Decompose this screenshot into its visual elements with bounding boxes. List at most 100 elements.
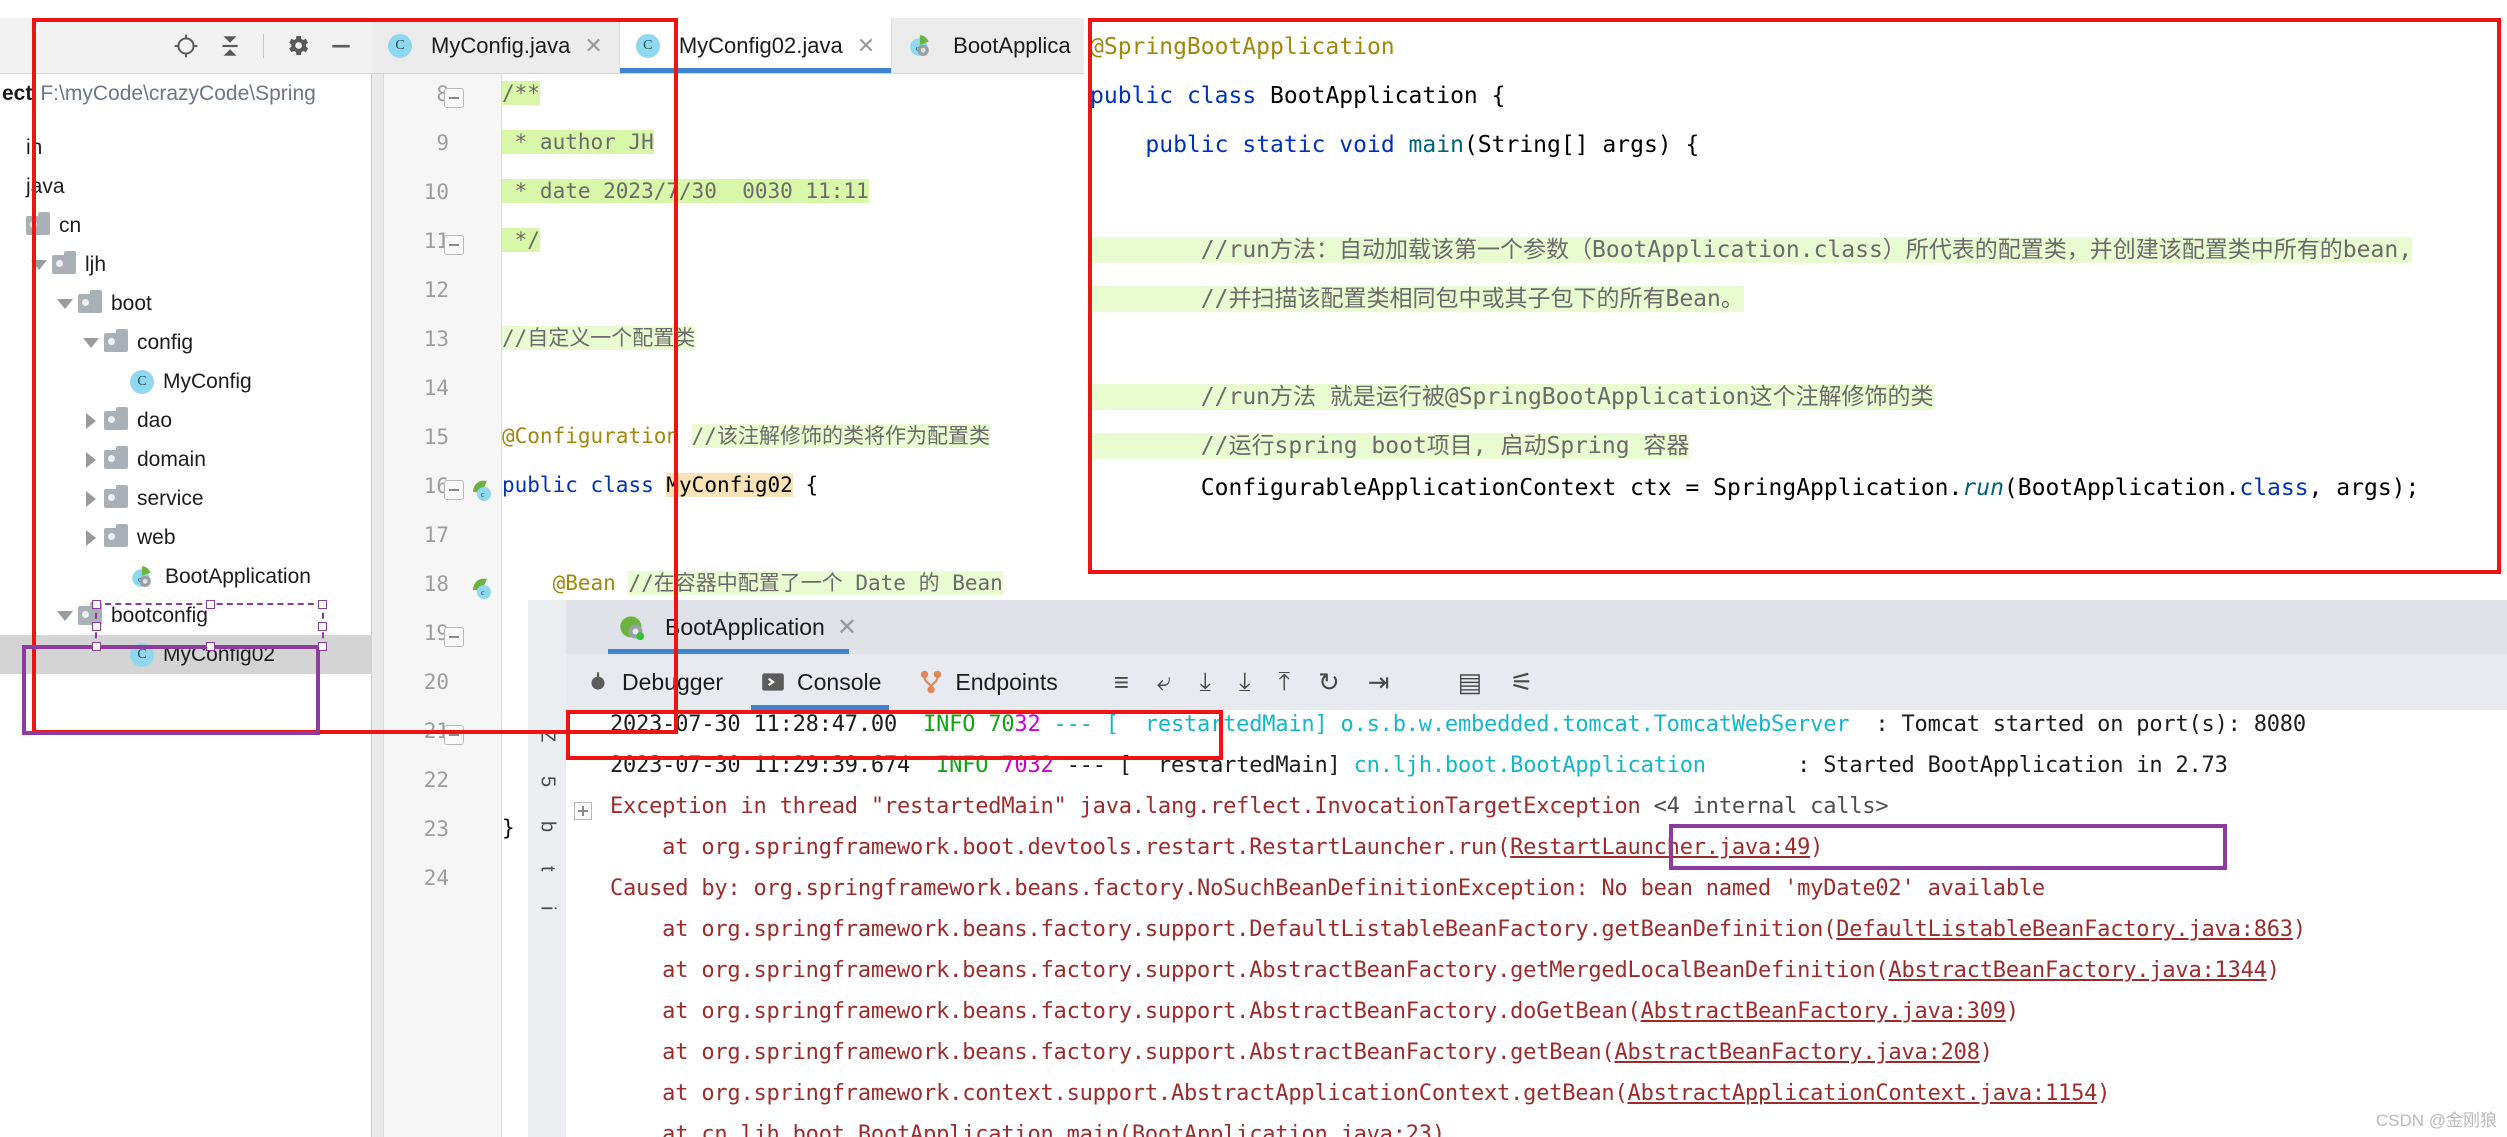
chevron-right-icon[interactable] (78, 490, 104, 507)
soft-wrap-icon[interactable]: ⤶ (1143, 654, 1186, 710)
tree-item-label: in (26, 135, 43, 159)
tree-item-web[interactable]: web (0, 518, 372, 557)
upload-icon[interactable]: ⤒ (1264, 654, 1304, 710)
print-icon[interactable]: ▤ (1444, 654, 1497, 710)
fold-marker[interactable] (444, 235, 464, 255)
chevron-down-icon[interactable] (52, 610, 78, 621)
endpoints-icon (917, 668, 945, 696)
console-line: at org.springframework.beans.factory.sup… (610, 999, 2019, 1024)
spring-run-icon (618, 614, 645, 641)
tree-item-service[interactable]: service (0, 479, 372, 518)
run-tab-debugger[interactable]: Debugger (566, 654, 741, 710)
close-icon[interactable]: ✕ (857, 33, 875, 59)
fold-marker[interactable] (444, 480, 464, 500)
console-line: 2023-07-30 11:29:39.674 INFO 7032 --- [ … (610, 753, 2228, 778)
tree-item-config[interactable]: config (0, 323, 372, 362)
run-toolbar[interactable]: Debugger Console Endpoints ≡ ⤶ ⤓ ⤓ ⤒ ↻ ⇥ ▤ ⚟ (566, 654, 2507, 710)
chevron-down-icon[interactable] (26, 259, 52, 270)
run-tab-console[interactable]: Console (741, 654, 899, 710)
fold-marker[interactable] (444, 627, 464, 647)
chevron-right-icon[interactable] (78, 529, 104, 546)
run-side-strip[interactable]: Z 5 b t i (528, 600, 566, 1137)
project-tree[interactable]: in java cn ljh boot config C MyConfig dao domain s… (0, 128, 372, 674)
tab-bootapplica[interactable]: c BootApplica (892, 18, 1088, 73)
run-configuration-tab[interactable]: BootApplication ✕ (600, 600, 875, 654)
side-strip-item[interactable]: 5 (536, 776, 559, 787)
locate-icon[interactable] (169, 29, 203, 63)
folder-icon (104, 329, 128, 352)
run-tab-label: Endpoints (955, 668, 1058, 695)
close-icon[interactable]: ✕ (584, 33, 602, 59)
code-line: /** (502, 81, 540, 105)
tree-item-java[interactable]: java (0, 167, 372, 206)
tree-item-boot[interactable]: boot (0, 284, 372, 323)
folder-icon (104, 407, 128, 430)
code-line: //自定义一个配置类 (502, 326, 696, 350)
chevron-right-icon[interactable] (78, 412, 104, 429)
tree-item-bootapplication[interactable]: c BootApplication (0, 557, 372, 596)
editor-code-right[interactable]: @SpringBootApplication public class BootA… (1090, 24, 2505, 574)
tree-item-label: boot (111, 291, 152, 315)
class-icon: C (130, 642, 154, 667)
settings-gear-icon[interactable] (280, 29, 314, 63)
spring-bean-gutter-icon[interactable]: c (470, 576, 494, 600)
stop-icon[interactable]: ⇥ (1354, 654, 1404, 710)
side-strip-item[interactable]: Z (536, 730, 559, 742)
fold-marker[interactable] (444, 88, 464, 108)
spring-bean-gutter-icon[interactable]: c (470, 478, 494, 502)
tree-item-label: dao (137, 408, 173, 432)
line-number: 14 (423, 376, 449, 400)
settings-icon[interactable]: ⚟ (1496, 654, 1547, 710)
tab-myconfig-java[interactable]: C MyConfig.java ✕ (372, 18, 620, 73)
menu-icon[interactable]: ≡ (1100, 654, 1143, 710)
tab-myconfig02-java[interactable]: C MyConfig02.java ✕ (619, 18, 893, 73)
code-line: System.err.println(ctx.getBean( s: "myDa… (1090, 573, 1880, 574)
folder-icon (78, 602, 102, 625)
line-number: 20 (423, 670, 449, 694)
tree-item-in[interactable]: in (0, 128, 372, 167)
chevron-right-icon[interactable] (78, 451, 104, 468)
run-tab-endpoints[interactable]: Endpoints (899, 654, 1075, 710)
console-line: 2023-07-30 11:28:47.00 INFO 7032 --- [ r… (610, 712, 2306, 737)
rerun-icon[interactable]: ↻ (1304, 654, 1354, 710)
folder-icon (104, 485, 128, 508)
console-line: Caused by: org.springframework.beans.fac… (610, 876, 2045, 901)
folder-icon (26, 212, 50, 235)
side-strip-item[interactable]: i (536, 906, 559, 910)
minimize-icon[interactable] (324, 29, 358, 63)
scroll-down-icon[interactable]: ⤓ (1185, 654, 1225, 710)
side-strip-item[interactable]: b (536, 821, 559, 832)
tree-item-bootconfig[interactable]: bootconfig (0, 596, 372, 635)
watermark: CSDN @金刚狼 (2375, 1111, 2497, 1130)
chevron-down-icon[interactable] (78, 337, 104, 348)
line-number: 12 (423, 278, 449, 302)
bug-icon (584, 668, 612, 696)
tree-item-label: ljh (85, 252, 107, 276)
chevron-down-icon[interactable] (52, 298, 78, 309)
run-tab-label: Console (797, 668, 882, 695)
class-icon: C (635, 33, 660, 58)
expand-marker[interactable] (574, 802, 592, 820)
tree-item-ljh[interactable]: ljh (0, 245, 372, 284)
collapse-all-icon[interactable] (213, 29, 247, 63)
console-line: at cn.ljh.boot.BootApplication.main(Boot… (610, 1122, 1445, 1137)
tree-item-domain[interactable]: domain (0, 440, 372, 479)
tree-item-dao[interactable]: dao (0, 401, 372, 440)
code-line: @Bean //在容器中配置了一个 Date 的 Bean (502, 571, 1003, 595)
console-icon (759, 668, 787, 696)
code-line: @SpringBootApplication (1090, 34, 1395, 60)
download-icon[interactable]: ⤓ (1225, 654, 1265, 710)
side-strip-item[interactable]: t (536, 866, 559, 872)
tree-item-myconfig02[interactable]: C MyConfig02 (0, 635, 372, 674)
close-icon[interactable]: ✕ (837, 613, 857, 642)
spring-class-icon: c (908, 33, 934, 59)
code-line: @Configuration //该注解修饰的类将作为配置类 (502, 424, 990, 448)
code-line: public class MyConfig02 { (502, 473, 819, 497)
tree-item-label: bootconfig (111, 603, 208, 627)
tree-item-cn[interactable]: cn (0, 206, 372, 245)
fold-marker[interactable] (444, 725, 464, 745)
code-line: //run方法：自动加载该第一个参数（BootApplication.class… (1090, 237, 2413, 263)
tree-item-myconfig[interactable]: C MyConfig (0, 362, 372, 401)
console-output[interactable]: 2023-07-30 11:28:47.00 INFO 7032 --- [ r… (566, 710, 2507, 1137)
code-line: */ (502, 228, 540, 252)
